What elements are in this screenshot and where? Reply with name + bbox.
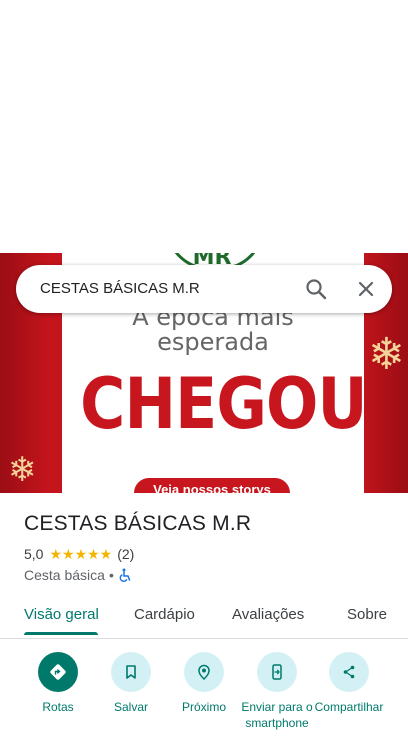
bookmark-icon xyxy=(126,665,136,679)
tab-menu[interactable]: Cardápio xyxy=(134,606,195,623)
action-bar: Rotas Salvar Próximo Enviar para o smart… xyxy=(0,652,408,746)
directions-icon xyxy=(50,664,66,680)
send-to-phone-button[interactable]: Enviar para o smartphone xyxy=(238,652,316,731)
search-icon xyxy=(306,279,327,300)
star-rating-icon: ★★★★★ xyxy=(49,545,113,562)
nearby-icon xyxy=(198,664,210,681)
wheelchair-accessible-icon xyxy=(119,568,131,582)
separator-dot: • xyxy=(108,567,114,583)
tab-about[interactable]: Sobre xyxy=(347,606,387,623)
poster-line-2: esperada xyxy=(157,328,269,356)
rating-row[interactable]: 5,0 ★★★★★ (2) xyxy=(24,545,134,563)
place-title: CESTAS BÁSICAS M.R xyxy=(24,512,252,535)
share-button[interactable]: Compartilhar xyxy=(310,652,388,715)
search-input[interactable]: CESTAS BÁSICAS M.R xyxy=(40,280,200,297)
nearby-button[interactable]: Próximo xyxy=(165,652,243,715)
send-to-phone-icon xyxy=(272,664,282,680)
tab-reviews[interactable]: Avaliações xyxy=(232,606,304,623)
directions-button[interactable]: Rotas xyxy=(19,652,97,715)
close-button[interactable] xyxy=(350,273,382,305)
share-label: Compartilhar xyxy=(314,700,384,714)
review-count[interactable]: (2) xyxy=(117,546,134,562)
send-to-phone-label: Enviar para o smartphone xyxy=(241,700,313,730)
poster-cta: Veja nossos storys xyxy=(134,478,290,493)
share-icon xyxy=(343,665,355,679)
category-row: Cesta básica • xyxy=(24,566,132,584)
rating-value: 5,0 xyxy=(24,546,44,562)
tab-overview[interactable]: Visão geral xyxy=(24,606,99,623)
snowflake-decoration: ❄ xyxy=(368,330,405,379)
nearby-label: Próximo xyxy=(181,700,226,714)
map-blank-area xyxy=(0,0,408,253)
search-bar[interactable]: CESTAS BÁSICAS M.R xyxy=(16,265,392,313)
place-category: Cesta básica xyxy=(24,567,105,583)
tab-bar: Visão geral Cardápio Avaliações Sobre xyxy=(0,596,408,639)
snowflake-decoration: ❄ xyxy=(8,451,37,489)
directions-label: Rotas xyxy=(42,700,74,714)
active-tab-indicator xyxy=(24,632,98,635)
search-button[interactable] xyxy=(300,273,332,305)
close-icon xyxy=(358,281,374,297)
save-label: Salvar xyxy=(113,700,148,714)
save-button[interactable]: Salvar xyxy=(92,652,170,715)
poster-headline: CHEGOU xyxy=(80,363,367,445)
